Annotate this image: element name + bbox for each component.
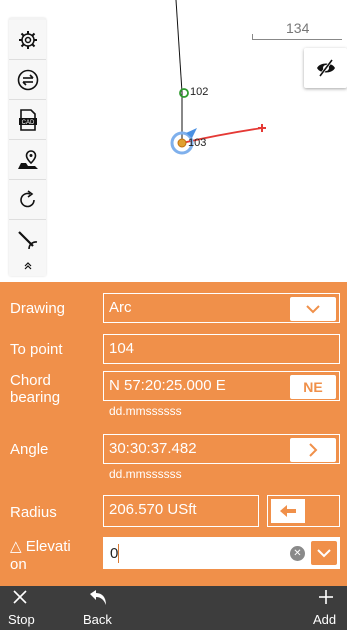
add-button[interactable]: Add [310, 586, 344, 630]
chevron-right-icon [308, 443, 317, 457]
chevron-down-icon [317, 548, 331, 557]
cad-button[interactable]: CAD [9, 100, 46, 140]
radius-value: 206.570 USft [109, 501, 197, 518]
point-label-102: 102 [190, 86, 209, 98]
settings-button[interactable] [9, 20, 46, 60]
chord-bearing-label: Chord bearing [10, 372, 61, 406]
chord-bearing-value: N 57:20:25.000 E [109, 377, 226, 394]
stakeout-button[interactable] [9, 220, 46, 260]
drawing-value: Arc [109, 299, 132, 316]
drawing-label: Drawing [10, 300, 66, 317]
map-canvas [170, 0, 266, 155]
to-point-input[interactable]: 104 [103, 334, 340, 364]
angle-label: Angle [10, 441, 49, 458]
curve-input-panel: Drawing Arc To point 104 Chord bearing N… [0, 282, 347, 586]
eye-off-icon [316, 59, 335, 77]
scale-bar [252, 34, 342, 40]
back-label: Back [83, 612, 112, 627]
back-button[interactable]: Back [82, 586, 122, 630]
cad-icon: CAD [18, 108, 37, 131]
elevation-input[interactable]: 0 ✕ [103, 537, 340, 569]
map-view[interactable]: 102 103 134 CAD [0, 0, 347, 282]
svg-text:CAD: CAD [21, 120, 34, 126]
elevation-label: △ Elevati on [10, 538, 71, 573]
stakeout-icon [17, 230, 37, 249]
line-segment [175, 0, 183, 93]
visibility-toggle-button[interactable] [304, 48, 347, 88]
to-point-label: To point [10, 341, 63, 358]
radius-mode-toggle[interactable] [267, 495, 340, 527]
swap-icon [17, 69, 38, 90]
angle-value: 30:30:37.482 [109, 440, 197, 457]
point-label-103: 103 [188, 137, 207, 149]
bearing-quadrant-button[interactable]: NE [290, 375, 336, 399]
plus-icon [319, 590, 333, 604]
point-103-marker[interactable] [177, 138, 187, 148]
radius-input[interactable]: 206.570 USft [103, 495, 259, 527]
clear-icon[interactable]: ✕ [290, 546, 305, 561]
undo-icon [90, 590, 106, 605]
chevron-down-icon [306, 304, 320, 313]
point-102-marker[interactable] [179, 88, 189, 98]
text-cursor [118, 544, 119, 563]
stop-label: Stop [8, 612, 35, 627]
elevation-dropdown-button[interactable] [311, 541, 337, 565]
refresh-icon [19, 189, 35, 207]
map-toolbar: CAD [9, 18, 46, 276]
close-icon [13, 590, 27, 604]
add-label: Add [313, 612, 337, 627]
bottom-action-bar: Stop Back Add [0, 586, 347, 630]
drawing-dropdown-button[interactable] [290, 297, 336, 321]
chord-bearing-format-hint: dd.mmssssss [109, 404, 182, 418]
map-pin-icon [17, 149, 38, 169]
swap-button[interactable] [9, 60, 46, 100]
collapse-icon [24, 262, 31, 270]
refresh-button[interactable] [9, 180, 46, 220]
settings-icon [18, 30, 37, 49]
to-point-value: 104 [109, 340, 135, 357]
angle-next-button[interactable] [290, 438, 336, 462]
angle-format-hint: dd.mmssssss [109, 467, 182, 481]
stop-button[interactable]: Stop [8, 586, 48, 630]
radius-direction-button[interactable] [271, 499, 305, 523]
map-pin-button[interactable] [9, 140, 46, 180]
toolbar-collapse-button[interactable] [9, 256, 46, 276]
radius-label: Radius [10, 504, 57, 521]
arrow-left-icon [280, 505, 296, 517]
